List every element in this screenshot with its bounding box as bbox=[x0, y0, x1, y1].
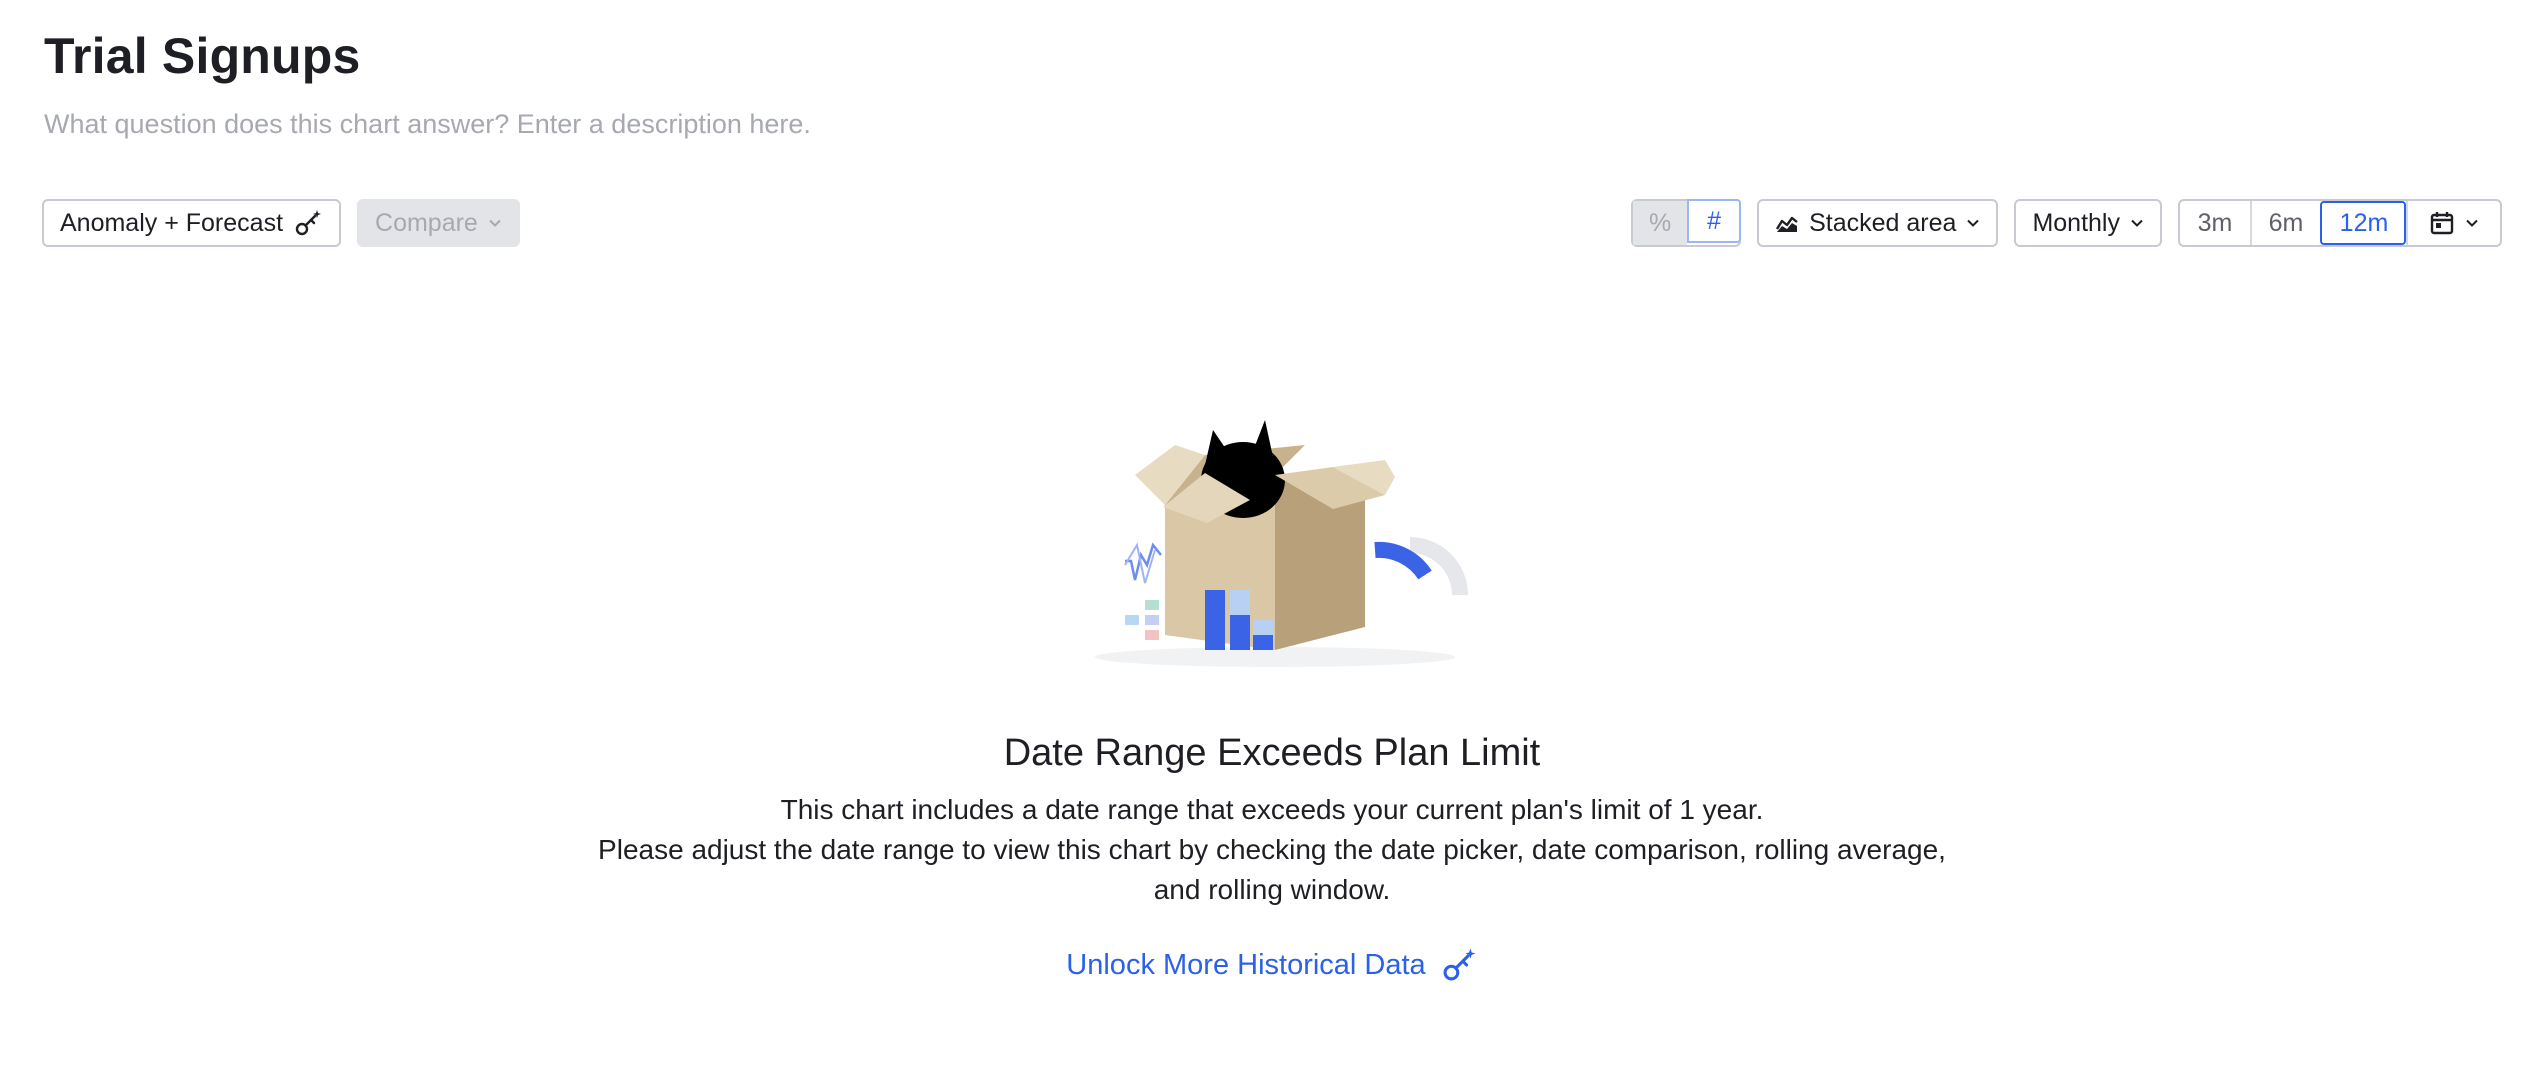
calendar-icon bbox=[2430, 212, 2454, 235]
key-sparkle-icon bbox=[1443, 948, 1476, 981]
compare-button[interactable]: Compare bbox=[357, 199, 520, 247]
chevron-down-icon bbox=[1967, 219, 1980, 227]
chevron-down-icon bbox=[2466, 219, 2478, 227]
stacked-area-icon bbox=[1776, 216, 1798, 232]
chart-toolbar: Anomaly + Forecast Compare % # Stacked a… bbox=[42, 199, 2502, 247]
cat-in-box-illustration bbox=[1095, 420, 1468, 667]
interval-label: Monthly bbox=[2032, 208, 2120, 237]
page-title[interactable]: Trial Signups bbox=[44, 28, 811, 84]
chart-type-dropdown[interactable]: Stacked area bbox=[1757, 199, 1999, 247]
custom-date-picker[interactable] bbox=[2406, 201, 2500, 245]
message-line-2: Please adjust the date range to view thi… bbox=[598, 834, 1946, 865]
range-3m[interactable]: 3m bbox=[2180, 201, 2250, 245]
empty-state-message: This chart includes a date range that ex… bbox=[0, 790, 2544, 910]
compare-label: Compare bbox=[375, 208, 478, 237]
range-6m[interactable]: 6m bbox=[2250, 201, 2320, 245]
anomaly-forecast-label: Anomaly + Forecast bbox=[60, 208, 284, 237]
interval-dropdown[interactable]: Monthly bbox=[2014, 199, 2162, 247]
empty-state: Date Range Exceeds Plan Limit This chart… bbox=[0, 730, 2544, 984]
chevron-down-icon bbox=[489, 219, 501, 227]
unlock-label: Unlock More Historical Data bbox=[1066, 948, 1426, 981]
chart-type-label: Stacked area bbox=[1809, 208, 1957, 237]
toolbar-right: % # Stacked area Monthly 3m 6m 12m bbox=[1631, 199, 2502, 247]
date-range-selector: 3m 6m 12m bbox=[2178, 199, 2502, 247]
description-field[interactable]: What question does this chart answer? En… bbox=[44, 108, 811, 140]
anomaly-forecast-button[interactable]: Anomaly + Forecast bbox=[42, 199, 342, 247]
count-toggle[interactable]: # bbox=[1687, 199, 1742, 243]
toolbar-left: Anomaly + Forecast Compare bbox=[42, 199, 520, 247]
chevron-down-icon bbox=[2131, 219, 2143, 227]
key-sparkle-icon bbox=[295, 210, 322, 236]
message-line-3: and rolling window. bbox=[1153, 874, 1391, 905]
chart-header: Trial Signups What question does this ch… bbox=[44, 28, 811, 140]
range-12m[interactable]: 12m bbox=[2320, 201, 2406, 245]
unlock-historical-data-link[interactable]: Unlock More Historical Data bbox=[1066, 946, 1477, 984]
empty-state-headline: Date Range Exceeds Plan Limit bbox=[1003, 732, 1541, 774]
metric-format-toggle: % # bbox=[1631, 199, 1742, 247]
message-line-1: This chart includes a date range that ex… bbox=[780, 794, 1764, 825]
percent-toggle[interactable]: % bbox=[1633, 201, 1688, 245]
